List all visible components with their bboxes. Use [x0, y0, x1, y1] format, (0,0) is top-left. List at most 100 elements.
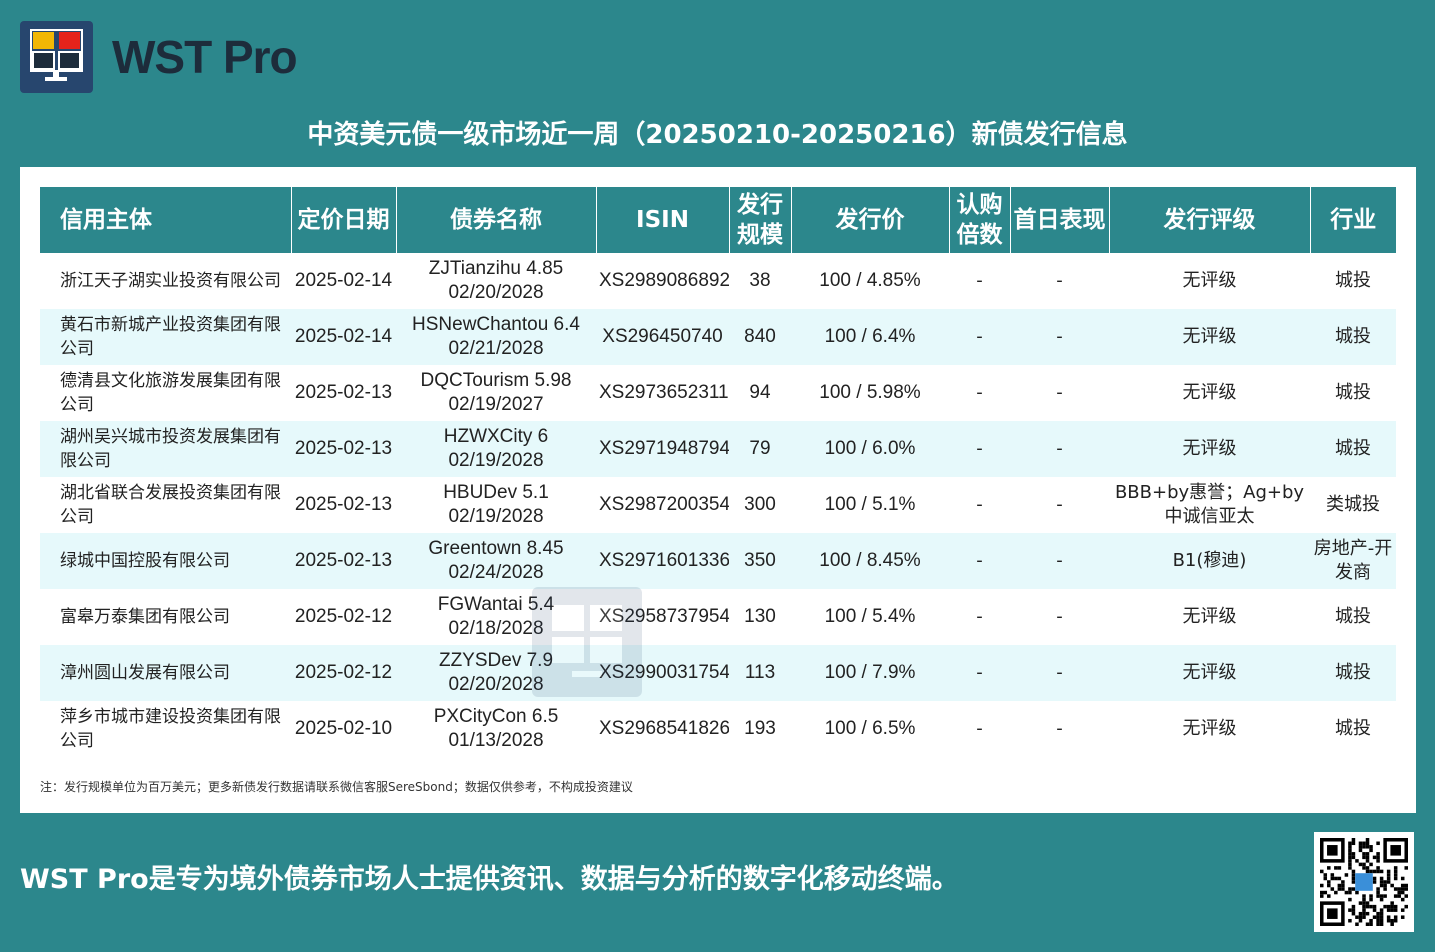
cell-price: 100 / 4.85% — [819, 270, 921, 291]
cell-bond: FGWantai 5.4 02/18/2028 — [437, 594, 555, 639]
cell-isin: XS2968541826 — [599, 718, 729, 739]
cell-subscription: - — [976, 494, 983, 515]
cell-day1: - — [1010, 533, 1109, 589]
cell-price: 100 / 7.9% — [791, 645, 949, 701]
cell-date: 2025-02-13 — [294, 494, 393, 515]
header-bond: 债券名称 — [396, 187, 597, 253]
table-row: 黄石市新城产业投资集团有限公司 2025-02-14 HSNewChantou 6.… — [40, 309, 1396, 365]
cell-size: 113 — [729, 645, 791, 701]
cell-size: 840 — [729, 309, 791, 365]
cell-size: 94 — [749, 382, 771, 403]
cell-date: 2025-02-13 — [291, 421, 396, 477]
cell-industry: 城投 — [1335, 382, 1371, 403]
cell-bond: ZJTianzihu 4.85 02/20/2028 — [428, 258, 564, 303]
wst-logo-icon — [20, 21, 93, 93]
cell-rating: 无评级 — [1109, 309, 1310, 365]
cell-size: 193 — [744, 718, 776, 739]
table-body: 浙江天子湖实业投资有限公司 2025-02-14 ZJTianzihu 4.85 0… — [40, 253, 1396, 757]
header-date: 定价日期 — [291, 187, 397, 253]
cell-isin: XS296450740 — [596, 309, 729, 365]
cell-rating: 无评级 — [1182, 606, 1237, 627]
header-subscription: 认购倍数 — [949, 187, 1011, 253]
table-row: 绿城中国控股有限公司 2025-02-13 Greentown 8.45 02/24… — [40, 533, 1396, 589]
table-footnote: 注：发行规模单位为百万美元；更多新债发行数据请联系微信客服SereSbond；数… — [40, 780, 633, 794]
table-row: 漳州圆山发展有限公司 2025-02-12 ZZYSDev 7.9 02/20/20… — [40, 645, 1396, 701]
cell-size: 130 — [744, 606, 776, 627]
cell-subscription: - — [976, 382, 983, 403]
page-title: 中资美元债一级市场近一周（20250210-20250216）新债发行信息 — [307, 120, 1128, 150]
cell-date: 2025-02-14 — [291, 309, 396, 365]
cell-bond: PXCityCon 6.5 01/13/2028 — [433, 706, 559, 751]
cell-isin: XS2971948794 — [596, 421, 729, 477]
header-rating: 发行评级 — [1109, 187, 1311, 253]
cell-bond: ZZYSDev 7.9 02/20/2028 — [396, 645, 596, 701]
table-panel: 信用主体 定价日期 债券名称 ISIN 发行规模 发行价 认购倍数 首日表现 发… — [20, 167, 1416, 813]
cell-price: 100 / 5.4% — [824, 606, 916, 627]
cell-day1: - — [1010, 421, 1109, 477]
table-row: 湖州吴兴城市投资发展集团有限公司 2025-02-13 HZWXCity 6 02/… — [40, 421, 1396, 477]
cell-day1: - — [1010, 645, 1109, 701]
cell-rating: B1(穆迪) — [1109, 533, 1310, 589]
cell-industry: 城投 — [1335, 718, 1371, 739]
cell-price: 100 / 6.5% — [824, 718, 916, 739]
bond-issuance-table: 信用主体 定价日期 债券名称 ISIN 发行规模 发行价 认购倍数 首日表现 发… — [40, 187, 1396, 757]
cell-price: 100 / 5.1% — [824, 494, 916, 515]
cell-day1: - — [1056, 382, 1063, 403]
cell-date: 2025-02-12 — [294, 606, 393, 627]
cell-date: 2025-02-14 — [294, 270, 393, 291]
cell-industry: 房地产-开发商 — [1310, 533, 1396, 589]
cell-isin: XS2990031754 — [596, 645, 729, 701]
cell-isin: XS2989086892 — [599, 270, 729, 291]
cell-entity: 漳州圆山发展有限公司 — [40, 645, 291, 701]
cell-rating: 无评级 — [1109, 421, 1310, 477]
cell-bond: DQCTourism 5.98 02/19/2027 — [420, 370, 572, 415]
header-entity: 信用主体 — [40, 187, 292, 253]
header-isin: ISIN — [596, 187, 730, 253]
cell-day1: - — [1056, 718, 1063, 739]
cell-subscription: - — [949, 533, 1010, 589]
cell-entity: 绿城中国控股有限公司 — [40, 533, 291, 589]
cell-date: 2025-02-12 — [291, 645, 396, 701]
cell-rating: BBB+by惠誉；Ag+by中诚信亚太 — [1114, 482, 1305, 527]
brand-name: WST Pro — [112, 31, 298, 83]
cell-rating: 无评级 — [1182, 718, 1237, 739]
cell-rating: 无评级 — [1109, 645, 1310, 701]
cell-price: 100 / 8.45% — [791, 533, 949, 589]
cell-day1: - — [1056, 494, 1063, 515]
cell-size: 300 — [744, 494, 776, 515]
table-row: 富皋万泰集团有限公司 2025-02-12 FGWantai 5.4 02/18/2… — [40, 589, 1396, 645]
header-industry: 行业 — [1310, 187, 1396, 253]
header-day1: 首日表现 — [1010, 187, 1110, 253]
table-row: 萍乡市城市建设投资集团有限公司 2025-02-10 PXCityCon 6.5 0… — [40, 701, 1396, 757]
cell-date: 2025-02-13 — [291, 533, 396, 589]
table-row: 湖北省联合发展投资集团有限公司 2025-02-13 HBUDev 5.1 02/1… — [40, 477, 1396, 533]
cell-price: 100 / 6.4% — [791, 309, 949, 365]
header-size: 发行规模 — [729, 187, 792, 253]
cell-industry: 城投 — [1310, 309, 1396, 365]
cell-industry: 城投 — [1310, 645, 1396, 701]
cell-size: 79 — [729, 421, 791, 477]
cell-price: 100 / 5.98% — [819, 382, 921, 403]
cell-entity: 浙江天子湖实业投资有限公司 — [60, 271, 281, 291]
cell-bond: Greentown 8.45 02/24/2028 — [396, 533, 596, 589]
cell-date: 2025-02-10 — [294, 718, 393, 739]
cell-date: 2025-02-13 — [294, 382, 393, 403]
cell-day1: - — [1010, 309, 1109, 365]
cell-subscription: - — [949, 421, 1010, 477]
table-row: 浙江天子湖实业投资有限公司 2025-02-14 ZJTianzihu 4.85 0… — [40, 253, 1396, 309]
table-header-row: 信用主体 定价日期 债券名称 ISIN 发行规模 发行价 认购倍数 首日表现 发… — [40, 187, 1396, 253]
cell-subscription: - — [976, 718, 983, 739]
cell-entity: 德清县文化旅游发展集团有限公司 — [60, 371, 281, 415]
cell-subscription: - — [976, 270, 983, 291]
cell-isin: XS2973652311 — [599, 382, 729, 403]
cell-bond: HZWXCity 6 02/19/2028 — [396, 421, 596, 477]
cell-size: 350 — [729, 533, 791, 589]
cell-isin: XS2958737954 — [599, 606, 729, 627]
cell-industry: 城投 — [1335, 270, 1371, 291]
cell-rating: 无评级 — [1182, 382, 1237, 403]
cell-rating: 无评级 — [1182, 270, 1237, 291]
cell-bond: HBUDev 5.1 02/19/2028 — [443, 482, 549, 527]
cell-entity: 黄石市新城产业投资集团有限公司 — [40, 309, 291, 365]
cell-day1: - — [1056, 606, 1063, 627]
cell-subscription: - — [976, 606, 983, 627]
